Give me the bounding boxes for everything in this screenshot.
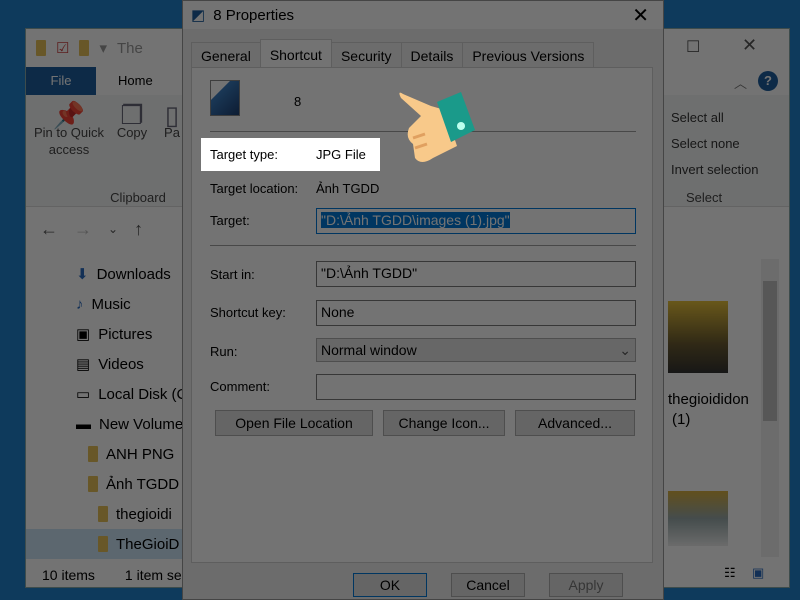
- target-label: Target:: [210, 213, 250, 228]
- start-in-label: Start in:: [210, 267, 255, 282]
- tab-details[interactable]: Details: [400, 42, 464, 68]
- close-explorer-button[interactable]: ✕: [742, 35, 757, 56]
- target-type-value: JPG File: [316, 147, 366, 162]
- details-view-icon[interactable]: ☷: [724, 565, 736, 581]
- shortcut-name: 8: [294, 94, 302, 109]
- jpg-shortcut-icon: [210, 80, 240, 116]
- tab-file[interactable]: File: [26, 67, 96, 95]
- nav-item-anh-png[interactable]: ANH PNG: [88, 439, 184, 469]
- back-icon[interactable]: ←: [40, 219, 58, 240]
- divider: [210, 245, 636, 246]
- target-type-label: Target type:: [210, 147, 278, 162]
- target-type-highlight: Target type: JPG File: [201, 138, 380, 171]
- large-icons-view-icon[interactable]: ▣: [752, 565, 764, 581]
- select-all-button[interactable]: Select all: [671, 105, 758, 131]
- collapse-ribbon-icon[interactable]: ︿: [734, 73, 747, 92]
- recent-dropdown-icon[interactable]: ⌄: [108, 222, 118, 236]
- dialog-title-bar: ◩ 8 Properties: [183, 1, 663, 29]
- help-icon[interactable]: ?: [758, 71, 778, 91]
- target-input[interactable]: "D:\Ảnh TGDD\images (1).jpg": [316, 208, 636, 234]
- copy-button[interactable]: ❐ Copy: [114, 100, 150, 141]
- folder-icon: [88, 446, 98, 462]
- music-icon: ♪: [76, 295, 84, 313]
- tab-home[interactable]: Home: [96, 67, 175, 95]
- file-thumbnail[interactable]: [668, 301, 728, 373]
- target-location-value: Ảnh TGDD: [316, 181, 380, 196]
- selected-count: 1 item se: [124, 567, 182, 583]
- dialog-title: 8 Properties: [213, 6, 295, 24]
- nav-item-local-disk[interactable]: ▭ Local Disk (C: [76, 379, 184, 409]
- up-icon[interactable]: ↑: [134, 219, 143, 240]
- tab-shortcut[interactable]: Shortcut: [259, 39, 332, 68]
- clipboard-group-label: Clipboard: [110, 190, 166, 205]
- advanced-button[interactable]: Advanced...: [515, 410, 635, 436]
- pin-icon: 📌: [52, 100, 86, 130]
- drive-icon: ▬: [76, 415, 91, 433]
- copy-icon: ❐: [120, 100, 144, 130]
- open-file-location-button[interactable]: Open File Location: [215, 410, 373, 436]
- file-label[interactable]: thegioididon: [668, 391, 749, 408]
- item-count: 10 items: [42, 567, 95, 583]
- comment-input[interactable]: [316, 374, 636, 400]
- file-label-2: (1): [672, 411, 691, 428]
- tab-previous-versions[interactable]: Previous Versions: [462, 42, 595, 68]
- folder-icon: [88, 476, 98, 492]
- target-value: "D:\Ảnh TGDD\images (1).jpg": [321, 212, 510, 228]
- shortcut-key-input[interactable]: None: [316, 300, 636, 326]
- apply-button[interactable]: Apply: [549, 573, 623, 597]
- new-folder-icon[interactable]: [79, 40, 90, 56]
- change-icon-button[interactable]: Change Icon...: [383, 410, 505, 436]
- close-dialog-button[interactable]: ✕: [632, 3, 649, 28]
- ok-button[interactable]: OK: [353, 573, 427, 597]
- shortcut-image-icon: ◩: [191, 7, 206, 24]
- chevron-down-icon: ⌄: [619, 342, 631, 358]
- paste-icon: ▯: [164, 107, 180, 130]
- window-title: The: [116, 39, 143, 57]
- scrollbar-thumb[interactable]: [763, 281, 777, 421]
- nav-item-thegioidi[interactable]: thegioidi: [98, 499, 184, 529]
- comment-label: Comment:: [210, 379, 270, 394]
- pin-to-quick-access-button[interactable]: 📌 Pin to Quick access: [32, 100, 106, 158]
- run-select[interactable]: Normal window ⌄: [316, 338, 636, 362]
- cancel-button[interactable]: Cancel: [451, 573, 525, 597]
- select-group-label: Select: [686, 190, 723, 205]
- target-location-label: Target location:: [210, 181, 299, 196]
- customize-dropdown-icon[interactable]: ▾: [99, 39, 107, 57]
- tab-general[interactable]: General: [191, 42, 261, 68]
- file-thumbnail-2[interactable]: [668, 491, 728, 546]
- pointing-hand-icon: [399, 92, 475, 162]
- select-none-button[interactable]: Select none: [671, 131, 758, 157]
- properties-icon[interactable]: ☑: [56, 39, 69, 57]
- select-group: Select all Select none Invert selection: [671, 105, 758, 183]
- forward-icon[interactable]: →: [74, 219, 92, 240]
- disk-icon: ▭: [76, 386, 91, 403]
- nav-item-new-volume[interactable]: ▬ New Volume: [76, 409, 184, 439]
- videos-icon: ▤: [76, 356, 91, 373]
- downloads-icon: ⬇: [76, 266, 89, 283]
- run-label: Run:: [210, 344, 238, 359]
- folder-icon: [98, 506, 108, 522]
- nav-item-thegioid-selected[interactable]: TheGioiD: [26, 529, 184, 559]
- paste-button[interactable]: ▯ Pa: [162, 107, 182, 141]
- invert-selection-button[interactable]: Invert selection: [671, 157, 758, 183]
- folder-icon: [98, 536, 108, 552]
- nav-item-anh-tgdd[interactable]: Ảnh TGDD: [88, 469, 184, 499]
- tab-security[interactable]: Security: [330, 42, 402, 68]
- pictures-icon: ▣: [76, 326, 91, 343]
- start-in-input[interactable]: "D:\Ảnh TGDD": [316, 261, 636, 287]
- shortcut-key-label: Shortcut key:: [210, 305, 286, 320]
- maximize-button[interactable]: ☐: [686, 37, 700, 57]
- folder-icon: [36, 40, 46, 56]
- vertical-scrollbar[interactable]: [761, 259, 779, 557]
- dialog-tabs: General Shortcut Security Details Previo…: [191, 39, 595, 68]
